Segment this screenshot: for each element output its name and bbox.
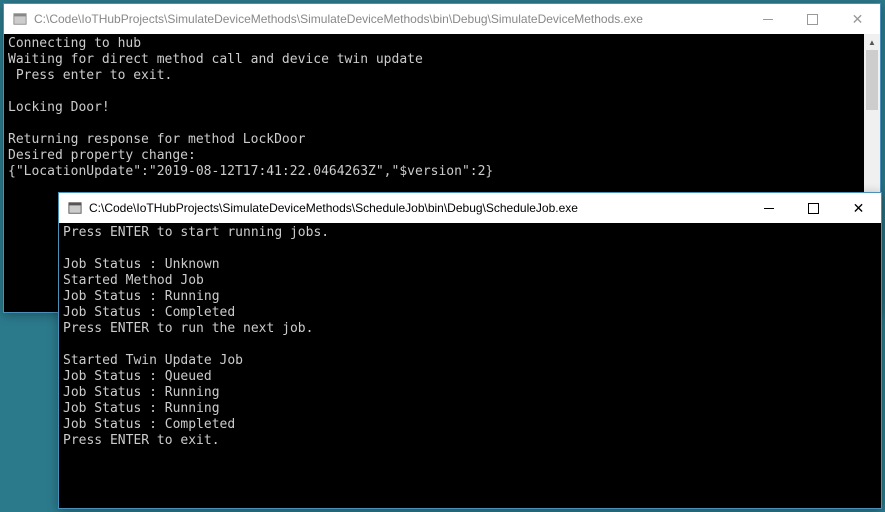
console-window-schedule-job: C:\Code\IoTHubProjects\SimulateDeviceMet… — [58, 192, 882, 509]
close-button[interactable]: ✕ — [835, 4, 880, 34]
titlebar[interactable]: C:\Code\IoTHubProjects\SimulateDeviceMet… — [4, 4, 880, 34]
app-icon — [67, 200, 83, 216]
window-controls: ✕ — [746, 193, 881, 223]
close-button[interactable]: ✕ — [836, 193, 881, 223]
window-controls: ✕ — [745, 4, 880, 34]
scroll-up-arrow[interactable]: ▲ — [864, 34, 880, 50]
scroll-thumb[interactable] — [866, 50, 878, 110]
maximize-button[interactable] — [791, 193, 836, 223]
app-icon — [12, 11, 28, 27]
window-title: C:\Code\IoTHubProjects\SimulateDeviceMet… — [34, 12, 745, 26]
console-output: Press ENTER to start running jobs. Job S… — [59, 223, 881, 508]
minimize-button[interactable] — [745, 4, 790, 34]
minimize-button[interactable] — [746, 193, 791, 223]
window-title: C:\Code\IoTHubProjects\SimulateDeviceMet… — [89, 201, 746, 215]
maximize-button[interactable] — [790, 4, 835, 34]
titlebar[interactable]: C:\Code\IoTHubProjects\SimulateDeviceMet… — [59, 193, 881, 223]
